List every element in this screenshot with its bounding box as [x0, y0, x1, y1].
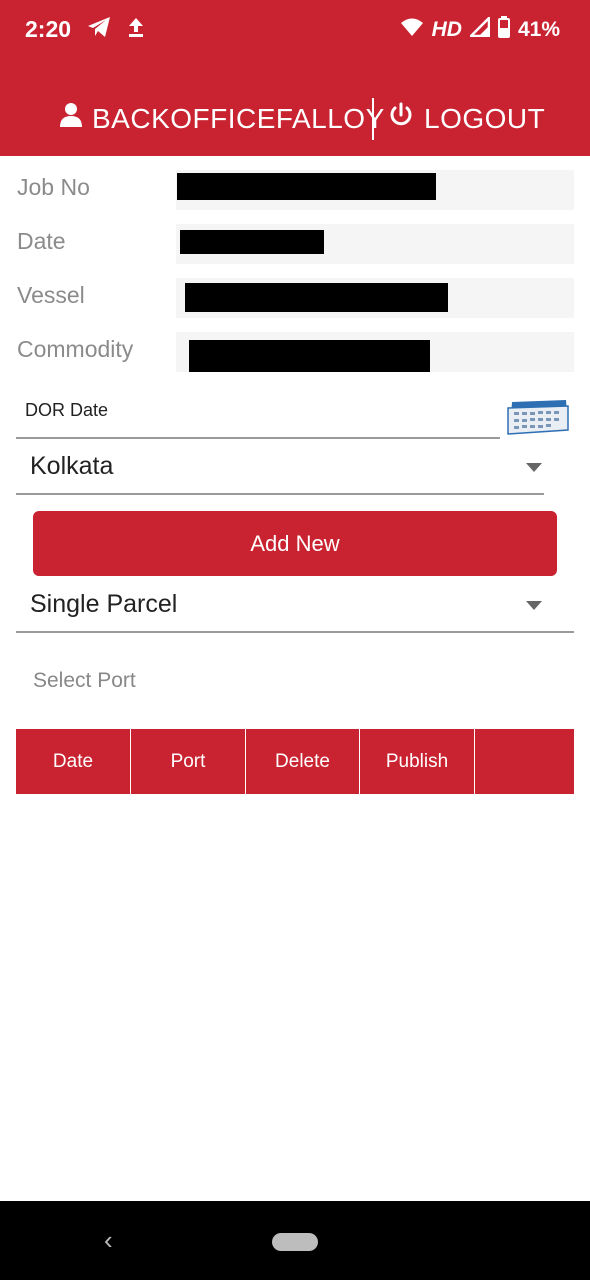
job-no-label: Job No — [17, 174, 90, 200]
vessel-row: Vessel — [0, 278, 590, 318]
add-new-label: Add New — [250, 530, 340, 556]
select-port[interactable]: Select Port — [33, 669, 136, 693]
column-header-port: Port — [131, 729, 246, 794]
dor-date-field[interactable]: DOR Date — [16, 392, 500, 439]
date-field — [176, 224, 574, 264]
app-header: 2:20 HD 41% BACKOFFICEFALLOY LOGOUT — [0, 0, 590, 156]
column-header-extra — [475, 729, 574, 794]
column-header-date: Date — [16, 729, 131, 794]
logout-button[interactable]: LOGOUT — [388, 102, 545, 135]
telegram-icon — [87, 16, 111, 43]
user-icon — [60, 102, 82, 135]
network-type: HD — [431, 18, 462, 41]
upload-icon — [127, 16, 145, 43]
redaction-block — [189, 340, 430, 372]
column-header-publish: Publish — [360, 729, 475, 794]
date-row: Date — [0, 224, 590, 264]
chevron-down-icon — [526, 601, 542, 610]
chevron-down-icon — [526, 463, 542, 472]
job-no-row: Job No — [0, 170, 590, 210]
header-divider — [372, 98, 374, 140]
home-pill[interactable] — [272, 1233, 318, 1251]
battery-icon — [497, 16, 510, 44]
power-icon — [388, 102, 414, 135]
wifi-icon — [400, 17, 424, 43]
redaction-block — [185, 283, 448, 312]
job-no-field — [176, 170, 574, 210]
calendar-icon[interactable] — [506, 398, 570, 436]
logout-label: LOGOUT — [424, 102, 546, 134]
vessel-label: Vessel — [17, 282, 85, 308]
user-bar: BACKOFFICEFALLOY LOGOUT — [0, 94, 590, 144]
date-label: Date — [17, 228, 66, 254]
location-value: Kolkata — [30, 452, 114, 480]
dor-date-placeholder: DOR Date — [25, 400, 109, 420]
username: BACKOFFICEFALLOY — [92, 102, 385, 134]
redaction-block — [180, 230, 324, 254]
parcel-type-dropdown[interactable]: Single Parcel — [16, 585, 574, 633]
results-table-header: Date Port Delete Publish — [16, 729, 574, 794]
add-new-button[interactable]: Add New — [33, 511, 557, 576]
vessel-field — [176, 278, 574, 318]
parcel-type-value: Single Parcel — [30, 590, 178, 618]
redaction-block — [177, 173, 436, 200]
status-bar: 2:20 HD 41% — [0, 0, 590, 60]
column-header-delete: Delete — [246, 729, 360, 794]
user-profile[interactable]: BACKOFFICEFALLOY — [60, 102, 385, 135]
back-icon[interactable]: ‹ — [104, 1225, 113, 1256]
status-time: 2:20 — [25, 16, 72, 42]
battery-percent: 41% — [517, 18, 560, 41]
commodity-row: Commodity — [0, 332, 590, 372]
signal-icon — [467, 14, 491, 43]
location-dropdown[interactable]: Kolkata — [16, 447, 544, 495]
commodity-label: Commodity — [17, 336, 134, 362]
commodity-field — [176, 332, 574, 372]
system-nav-bar: ‹ — [0, 1201, 590, 1280]
